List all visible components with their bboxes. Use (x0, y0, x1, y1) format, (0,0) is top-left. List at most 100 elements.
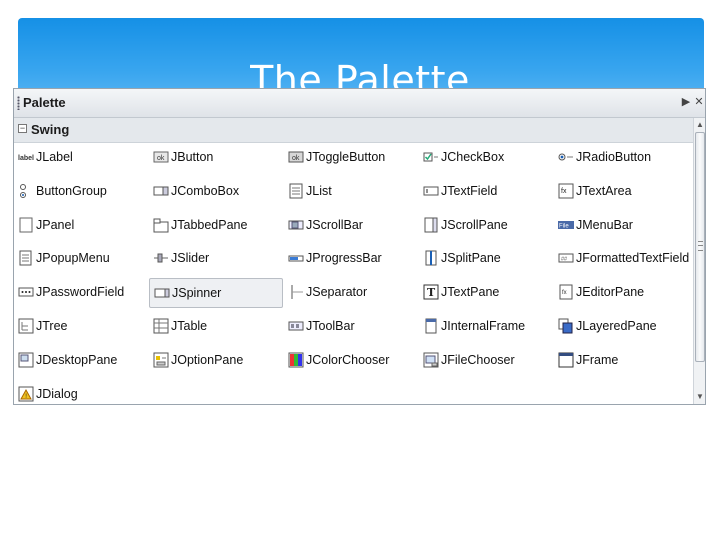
palette-item-jinternalframe[interactable]: JInternalFrame (419, 312, 553, 342)
scroll-up-icon[interactable]: ▲ (694, 119, 705, 131)
palette-item-jfilechooser[interactable]: JFileChooser (419, 346, 553, 376)
palette-item-label: JToggleButton (306, 150, 386, 164)
palette-item-jtoolbar[interactable]: JToolBar (284, 312, 418, 342)
palette-item-jtextpane[interactable]: T JTextPane (419, 278, 553, 308)
palette-item-label: JProgressBar (306, 251, 382, 266)
palette-item-label: JList (306, 183, 332, 198)
combobox-icon (153, 183, 169, 199)
palette-item-jtable[interactable]: JTable (149, 312, 283, 342)
palette-item-label: JFrame (576, 352, 619, 367)
palette-item-label: JSplitPane (441, 251, 501, 266)
palette-item-jspinner[interactable]: JSpinner (149, 278, 283, 309)
palette-item-jradiobutton[interactable]: JRadioButton (554, 143, 688, 173)
palette-item-jcombobox[interactable]: JComboBox (149, 177, 283, 207)
palette-item-buttongroup[interactable]: ButtonGroup (14, 177, 148, 207)
slider-icon (153, 250, 169, 266)
palette-item-jtogglebutton[interactable]: ok JToggleButton (284, 143, 418, 173)
palette-item-jmenubar[interactable]: File JMenuBar (554, 211, 688, 241)
svg-text:##: ## (561, 257, 568, 263)
palette-item-label: JInternalFrame (441, 319, 526, 333)
palette-item-label: JToolBar (306, 319, 355, 333)
palette-item-jlist[interactable]: JList (284, 177, 418, 207)
internal-frame-icon (423, 318, 439, 334)
svg-text:fx: fx (561, 188, 567, 195)
palette-item-jtextfield[interactable]: JTextField (419, 177, 553, 207)
password-field-icon (18, 284, 34, 300)
svg-text:fx: fx (562, 290, 567, 296)
scrollbar-icon (288, 217, 304, 233)
palette-item-jscrollpane[interactable]: JScrollPane (419, 211, 553, 241)
svg-text:File: File (559, 223, 569, 229)
text-area-icon: fx (558, 183, 574, 199)
close-icon[interactable]: ✕ (693, 95, 705, 109)
vertical-scrollbar[interactable]: ▲ ▼ (693, 118, 705, 404)
separator-icon (288, 284, 304, 300)
palette-item-label: JButton (171, 150, 214, 164)
split-pane-icon (423, 250, 439, 266)
palette-item-label: JPopupMenu (36, 251, 110, 266)
minimize-panel-icon[interactable]: ▶ (680, 95, 692, 109)
palette-item-label: JSpinner (172, 286, 222, 301)
palette-item-jtabbedpane[interactable]: JTabbedPane (149, 211, 283, 241)
collapse-icon[interactable]: − (18, 124, 27, 133)
palette-item-jlayeredpane[interactable]: JLayeredPane (554, 312, 688, 342)
category-swing[interactable]: − Swing (14, 118, 693, 143)
palette-item-jcolorchooser[interactable]: JColorChooser (284, 346, 418, 376)
palette-item-jlabel[interactable]: label JLabel (14, 143, 148, 173)
dialog-icon: ! (18, 386, 34, 402)
menu-bar-icon: File (558, 217, 574, 233)
palette-item-label: JTextField (441, 183, 498, 198)
palette-item-jdesktoppane[interactable]: JDesktopPane (14, 346, 148, 376)
palette-item-jdialog[interactable]: ! JDialog (14, 380, 148, 404)
palette-item-label: JPanel (36, 217, 75, 232)
palette-item-label: JTable (171, 319, 208, 333)
tabbed-pane-icon (153, 217, 169, 233)
palette-item-jscrollbar[interactable]: JScrollBar (284, 211, 418, 241)
palette-item-label: JSeparator (306, 285, 368, 300)
file-chooser-icon (423, 352, 439, 368)
scroll-thumb[interactable] (695, 132, 705, 362)
palette-item-jeditorpane[interactable]: fx JEditorPane (554, 278, 688, 308)
editor-pane-icon: fx (558, 284, 574, 300)
palette-item-jframe[interactable]: JFrame (554, 346, 688, 376)
palette-item-label: ButtonGroup (36, 183, 107, 198)
palette-item-jpanel[interactable]: JPanel (14, 211, 148, 241)
palette-item-jpopupmenu[interactable]: JPopupMenu (14, 244, 148, 274)
palette-item-label: JFileChooser (441, 352, 515, 367)
palette-item-label: JTabbedPane (171, 217, 248, 232)
palette-item-jprogressbar[interactable]: JProgressBar (284, 244, 418, 274)
palette-header: Palette ▶ ✕ (14, 89, 705, 118)
palette-item-label: JMenuBar (576, 217, 633, 232)
palette-item-jslider[interactable]: JSlider (149, 244, 283, 274)
palette-window: Palette ▶ ✕ − Swing label JLabel ok JButton… (13, 88, 706, 405)
palette-item-jpasswordfield[interactable]: JPasswordField (14, 278, 148, 308)
label-icon: label (18, 149, 34, 165)
palette-item-jformattedtextfield[interactable]: ## JFormattedTextField (554, 244, 689, 274)
palette-item-label: JTextArea (576, 183, 632, 198)
scroll-down-icon[interactable]: ▼ (694, 391, 705, 403)
palette-item-label: JComboBox (171, 183, 240, 198)
palette-item-label: JScrollPane (441, 217, 508, 232)
palette-item-label: JScrollBar (306, 217, 363, 232)
palette-item-jcheckbox[interactable]: JCheckBox (419, 143, 553, 173)
palette-item-label: JSlider (171, 251, 210, 266)
toolbar-icon (288, 318, 304, 334)
text-field-icon (423, 183, 439, 199)
palette-item-label: JLabel (36, 150, 73, 164)
palette-title: Palette (23, 95, 66, 110)
button-icon: ok (153, 149, 169, 165)
palette-item-jtree[interactable]: JTree (14, 312, 148, 342)
palette-item-label: JTree (36, 319, 68, 333)
palette-item-jseparator[interactable]: JSeparator (284, 278, 418, 308)
drag-grip-icon[interactable] (17, 96, 20, 110)
palette-item-label: JDialog (36, 386, 78, 401)
checkbox-icon (423, 149, 439, 165)
palette-item-jbutton[interactable]: ok JButton (149, 143, 283, 173)
palette-item-label: JPasswordField (36, 285, 125, 300)
text-pane-icon: T (423, 284, 439, 300)
palette-item-jsplitpane[interactable]: JSplitPane (419, 244, 553, 274)
palette-item-label: JEditorPane (576, 285, 645, 300)
palette-item-jtextarea[interactable]: fx JTextArea (554, 177, 688, 207)
palette-item-joptionpane[interactable]: JOptionPane (149, 346, 283, 376)
button-group-icon (18, 183, 34, 199)
